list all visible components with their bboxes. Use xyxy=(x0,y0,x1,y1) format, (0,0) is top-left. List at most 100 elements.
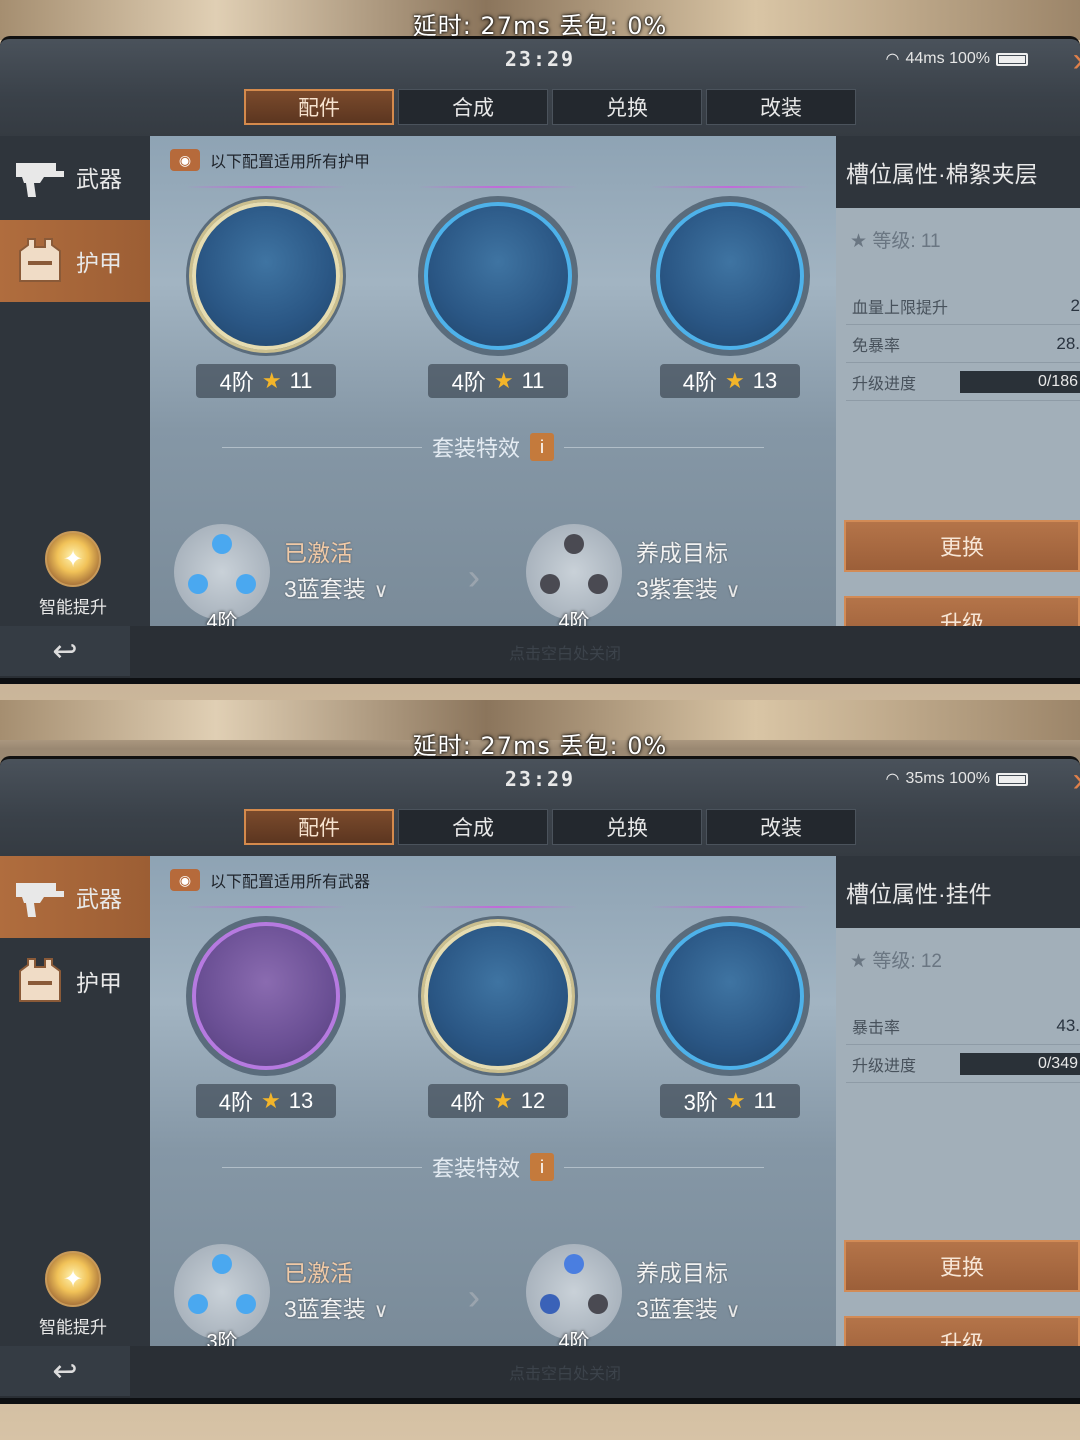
stat-row: 血量上限提升 2 xyxy=(846,287,1080,325)
slot-level: ★ 等级: 11 xyxy=(850,231,941,252)
notice-text: 以下配置适用所有武器 xyxy=(210,874,371,891)
stat-value: 2 xyxy=(1070,295,1080,315)
battery-icon xyxy=(996,772,1028,786)
gun-icon xyxy=(14,874,66,920)
tab-modify[interactable]: 改装 xyxy=(706,809,856,845)
sidebar-item-weapon[interactable]: 武器 xyxy=(0,856,150,938)
smart-upgrade-label: 智能提升 xyxy=(39,598,107,617)
set-status: 养成目标 xyxy=(636,1260,728,1286)
tab-exchange[interactable]: 兑换 xyxy=(552,89,702,125)
notice-bar: ◉ 以下配置适用所有护甲 xyxy=(170,148,370,172)
smart-upgrade-button[interactable]: ✦ 智能提升 xyxy=(28,1251,118,1338)
smart-upgrade-label: 智能提升 xyxy=(39,1318,107,1337)
part-badge: 4阶 ★ 13 xyxy=(660,364,800,398)
part-slot[interactable]: 4阶 ★ 13 xyxy=(178,906,354,1118)
set-current-card[interactable]: 4阶 已激活 3蓝套装 ∨ xyxy=(174,524,410,633)
ping-text: 44ms 100% xyxy=(905,50,991,67)
ping-text: 35ms 100% xyxy=(905,770,991,787)
part-badge: 4阶 ★ 11 xyxy=(196,364,336,398)
close-hint: 点击空白处关闭 xyxy=(508,1366,621,1383)
lightbulb-icon: ✦ xyxy=(45,1251,101,1307)
sidebar-item-armor[interactable]: 护甲 xyxy=(0,220,150,302)
wifi-icon: ◠ xyxy=(885,771,900,788)
sidebar-item-label: 武器 xyxy=(76,166,122,192)
tab-bar: 配件 合成 兑换 改装 xyxy=(244,89,856,125)
set-icon: 3阶 xyxy=(174,1244,270,1353)
chevron-down-icon: ∨ xyxy=(373,1300,389,1322)
set-desc: 3蓝套装 ∨ xyxy=(284,576,389,602)
tab-exchange[interactable]: 兑换 xyxy=(552,809,702,845)
tab-parts[interactable]: 配件 xyxy=(244,89,394,125)
vest-icon xyxy=(14,238,66,284)
status-bar: ◠ 35ms 100% xyxy=(886,769,1028,789)
gun-icon xyxy=(14,154,66,200)
parts-main: ◉ 以下配置适用所有护甲 4阶 ★ 11 4阶 ★ 11 4阶 ★ 13 套装特… xyxy=(150,136,836,633)
info-icon[interactable]: i xyxy=(530,433,554,461)
lightbulb-icon: ✦ xyxy=(45,531,101,587)
tab-craft[interactable]: 合成 xyxy=(398,809,548,845)
notice-bar: ◉ 以下配置适用所有武器 xyxy=(170,868,370,892)
set-status: 已激活 xyxy=(284,540,353,566)
info-icon[interactable]: i xyxy=(530,1153,554,1181)
set-icon: 4阶 xyxy=(174,524,270,633)
chevron-down-icon: ∨ xyxy=(725,580,741,602)
part-item-icon xyxy=(424,922,572,1070)
close-icon[interactable]: › xyxy=(1073,41,1080,80)
part-slot[interactable]: 4阶 ★ 11 xyxy=(178,186,354,398)
stat-row: 免暴率 28. xyxy=(846,325,1080,363)
vest-icon xyxy=(14,958,66,1004)
tab-parts[interactable]: 配件 xyxy=(244,809,394,845)
set-target-card[interactable]: 4阶 养成目标 3蓝套装 ∨ xyxy=(526,1244,762,1353)
panel-title: 槽位属性·挂件 xyxy=(836,856,1080,928)
part-badge: 4阶 ★ 11 xyxy=(428,364,568,398)
set-desc: 3紫套装 ∨ xyxy=(636,576,741,602)
top-bar: 23:29 ◠ 35ms 100% › 配件 合成 兑换 改装 xyxy=(0,759,1080,856)
sidebar-item-armor[interactable]: 护甲 xyxy=(0,940,150,1022)
part-item-icon xyxy=(656,202,804,350)
replace-button[interactable]: 更换 xyxy=(844,520,1080,572)
part-item-icon xyxy=(424,202,572,350)
set-effect-title: 套装特效 i xyxy=(150,431,836,463)
sidebar: 武器 护甲 ✦ 智能提升 xyxy=(0,856,150,1346)
tab-craft[interactable]: 合成 xyxy=(398,89,548,125)
set-target-card[interactable]: 4阶 养成目标 3紫套装 ∨ xyxy=(526,524,762,633)
upgrade-progress-row: 升级进度 0/349 xyxy=(846,1045,1080,1083)
part-item-icon xyxy=(192,202,340,350)
stat-value: 28. xyxy=(1056,333,1080,353)
tab-modify[interactable]: 改装 xyxy=(706,89,856,125)
slot-level: ★ 等级: 12 xyxy=(850,951,943,972)
close-hint: 点击空白处关闭 xyxy=(508,646,621,663)
bottom-bar: ↩ 点击空白处关闭 xyxy=(0,1346,1080,1398)
part-item-icon xyxy=(192,922,340,1070)
part-slot[interactable]: 4阶 ★ 13 xyxy=(642,186,818,398)
part-slot[interactable]: 3阶 ★ 11 xyxy=(642,906,818,1118)
replace-button[interactable]: 更换 xyxy=(844,1240,1080,1292)
tab-bar: 配件 合成 兑换 改装 xyxy=(244,809,856,845)
set-current-card[interactable]: 3阶 已激活 3蓝套装 ∨ xyxy=(174,1244,410,1353)
stat-label: 免暴率 xyxy=(852,337,901,355)
stat-label: 暴击率 xyxy=(852,1019,901,1037)
game-screen: 23:29 ◠ 35ms 100% › 配件 合成 兑换 改装 武器 xyxy=(0,756,1080,1404)
panel-title: 槽位属性·棉絮夹层 xyxy=(836,136,1080,208)
part-slot[interactable]: 4阶 ★ 11 xyxy=(410,186,586,398)
part-slot[interactable]: 4阶 ★ 12 xyxy=(410,906,586,1118)
smart-upgrade-button[interactable]: ✦ 智能提升 xyxy=(28,531,118,618)
sidebar-item-weapon[interactable]: 武器 xyxy=(0,136,150,218)
upgrade-progress-bar: 0/349 xyxy=(960,1052,1080,1075)
game-screen: 23:29 ◠ 44ms 100% › 配件 合成 兑换 改装 武器 xyxy=(0,36,1080,684)
star-icon: ★ xyxy=(493,368,514,393)
set-desc: 3蓝套装 ∨ xyxy=(636,1296,741,1322)
slot-attributes-panel: 槽位属性·挂件 ★ 等级: 12 暴击率 43. 升级进度 0/349 更换 升级 xyxy=(836,856,1080,1368)
sidebar-item-label: 护甲 xyxy=(76,970,122,996)
set-status: 已激活 xyxy=(284,1260,353,1286)
slot-attributes-panel: 槽位属性·棉絮夹层 ★ 等级: 11 血量上限提升 2 免暴率 28. 升级进度 0/… xyxy=(836,136,1080,648)
set-icon: 4阶 xyxy=(526,524,622,633)
status-bar: ◠ 44ms 100% xyxy=(886,49,1028,69)
notice-text: 以下配置适用所有护甲 xyxy=(210,154,371,171)
set-icon: 4阶 xyxy=(526,1244,622,1353)
part-badge: 4阶 ★ 13 xyxy=(196,1084,336,1118)
upgrade-progress-row: 升级进度 0/186 xyxy=(846,363,1080,401)
part-badge: 4阶 ★ 12 xyxy=(428,1084,568,1118)
close-icon[interactable]: › xyxy=(1073,761,1080,800)
sidebar-item-label: 武器 xyxy=(76,886,122,912)
